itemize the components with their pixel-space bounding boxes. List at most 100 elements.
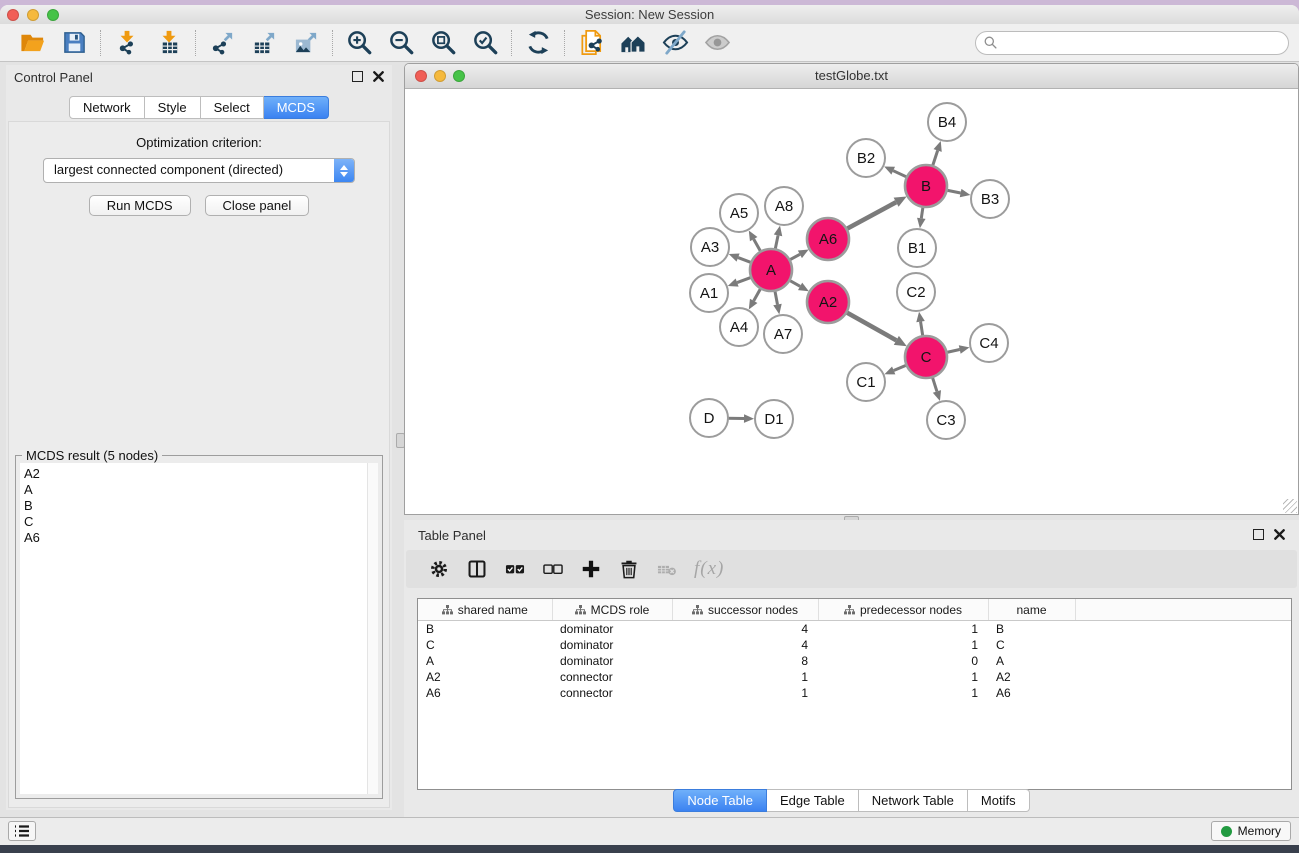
- close-panel-button[interactable]: Close panel: [205, 195, 310, 216]
- table-row[interactable]: Adominator80A: [418, 653, 1291, 669]
- window-resize-grip[interactable]: [1283, 499, 1297, 513]
- zoom-selected-button[interactable]: [468, 28, 502, 58]
- add-column-button[interactable]: [580, 557, 602, 581]
- function-builder-button[interactable]: f(x): [694, 557, 724, 581]
- refresh-button[interactable]: [521, 28, 555, 58]
- close-table-panel-icon[interactable]: [1274, 529, 1285, 540]
- mcds-result-item[interactable]: B: [24, 498, 367, 514]
- table-cell[interactable]: 1: [818, 669, 988, 685]
- tab-edge-table[interactable]: Edge Table: [767, 789, 859, 812]
- mcds-result-list: A2ABCA6: [20, 463, 368, 794]
- close-window-button[interactable]: [7, 9, 19, 21]
- node-table: shared nameMCDS rolesuccessor nodesprede…: [418, 599, 1291, 701]
- column-header-predecessor-nodes[interactable]: predecessor nodes: [818, 599, 988, 621]
- search-field[interactable]: [975, 31, 1289, 55]
- table-row[interactable]: Bdominator41B: [418, 621, 1291, 638]
- float-panel-icon[interactable]: [352, 71, 363, 82]
- table-cell[interactable]: A2: [988, 669, 1075, 685]
- graph-node-label: B1: [908, 240, 926, 257]
- import-table-button[interactable]: [152, 28, 186, 58]
- show-panels-button[interactable]: [700, 28, 734, 58]
- table-cell[interactable]: 4: [672, 621, 818, 638]
- table-toolbar: f(x): [406, 550, 1297, 588]
- export-image-button[interactable]: [289, 28, 323, 58]
- toggle-panel-layout-button[interactable]: [466, 557, 488, 581]
- column-header-name[interactable]: name: [988, 599, 1075, 621]
- select-stepper-icon: [334, 159, 354, 182]
- table-cell[interactable]: connector: [552, 685, 672, 701]
- table-cell[interactable]: dominator: [552, 637, 672, 653]
- import-network-button[interactable]: [110, 28, 144, 58]
- table-cell[interactable]: A6: [418, 685, 552, 701]
- table-cell[interactable]: A6: [988, 685, 1075, 701]
- table-cell[interactable]: B: [988, 621, 1075, 638]
- table-cell[interactable]: 1: [818, 621, 988, 638]
- table-row[interactable]: A6connector11A6: [418, 685, 1291, 701]
- network-minimize-button[interactable]: [434, 70, 446, 82]
- table-cell[interactable]: C: [418, 637, 552, 653]
- table-cell[interactable]: A: [418, 653, 552, 669]
- tab-style[interactable]: Style: [145, 96, 201, 119]
- close-panel-icon[interactable]: [373, 71, 384, 82]
- tab-mcds[interactable]: MCDS: [264, 96, 329, 119]
- mcds-result-item[interactable]: A2: [24, 466, 367, 482]
- table-settings-button[interactable]: [428, 557, 450, 581]
- delete-table-button[interactable]: [656, 557, 678, 581]
- save-session-button[interactable]: [57, 28, 91, 58]
- float-table-panel-icon[interactable]: [1253, 529, 1264, 540]
- select-all-rows-button[interactable]: [504, 557, 526, 581]
- mcds-result-item[interactable]: C: [24, 514, 367, 530]
- hide-panels-button[interactable]: [658, 28, 692, 58]
- table-cell[interactable]: 8: [672, 653, 818, 669]
- control-panel-title: Control Panel: [14, 70, 93, 85]
- table-cell[interactable]: B: [418, 621, 552, 638]
- open-file-button[interactable]: [15, 28, 49, 58]
- tab-motifs[interactable]: Motifs: [968, 789, 1030, 812]
- edge-arrowhead: [774, 226, 782, 237]
- table-cell[interactable]: A2: [418, 669, 552, 685]
- zoom-out-icon: [388, 29, 415, 56]
- zoom-out-button[interactable]: [384, 28, 418, 58]
- table-row[interactable]: Cdominator41C: [418, 637, 1291, 653]
- table-cell[interactable]: C: [988, 637, 1075, 653]
- network-zoom-button[interactable]: [453, 70, 465, 82]
- table-cell[interactable]: connector: [552, 669, 672, 685]
- table-cell[interactable]: 0: [818, 653, 988, 669]
- table-cell[interactable]: 1: [672, 669, 818, 685]
- network-close-button[interactable]: [415, 70, 427, 82]
- tab-select[interactable]: Select: [201, 96, 264, 119]
- delete-column-button[interactable]: [618, 557, 640, 581]
- tab-network[interactable]: Network: [69, 96, 145, 119]
- table-cell[interactable]: 1: [672, 685, 818, 701]
- zoom-fit-button[interactable]: [426, 28, 460, 58]
- new-session-from-selection-button[interactable]: [574, 28, 608, 58]
- column-header-successor-nodes[interactable]: successor nodes: [672, 599, 818, 621]
- deselect-all-rows-button[interactable]: [542, 557, 564, 581]
- export-network-button[interactable]: [205, 28, 239, 58]
- run-mcds-button[interactable]: Run MCDS: [89, 195, 191, 216]
- memory-button[interactable]: Memory: [1211, 821, 1291, 841]
- tab-network-table[interactable]: Network Table: [859, 789, 968, 812]
- table-cell[interactable]: 1: [818, 637, 988, 653]
- zoom-window-button[interactable]: [47, 9, 59, 21]
- table-cell[interactable]: dominator: [552, 621, 672, 638]
- criterion-select[interactable]: largest connected component (directed): [43, 158, 355, 183]
- network-canvas[interactable]: B4B2BB3B1A5A8A6A3AA1A2C2A4A7C4CC1C3DD1: [405, 89, 1298, 514]
- table-cell[interactable]: A: [988, 653, 1075, 669]
- search-input[interactable]: [1002, 33, 1280, 53]
- show-task-history-button[interactable]: [8, 821, 36, 841]
- column-header-mcds-role[interactable]: MCDS role: [552, 599, 672, 621]
- export-table-button[interactable]: [247, 28, 281, 58]
- column-header-shared-name[interactable]: shared name: [418, 599, 552, 621]
- minimize-window-button[interactable]: [27, 9, 39, 21]
- table-cell[interactable]: 4: [672, 637, 818, 653]
- zoom-in-button[interactable]: [342, 28, 376, 58]
- mcds-result-item[interactable]: A: [24, 482, 367, 498]
- home-button[interactable]: [616, 28, 650, 58]
- mcds-result-item[interactable]: A6: [24, 530, 367, 546]
- result-list-scrollbar[interactable]: [367, 463, 378, 794]
- table-row[interactable]: A2connector11A2: [418, 669, 1291, 685]
- tab-node-table[interactable]: Node Table: [673, 789, 767, 812]
- table-cell[interactable]: 1: [818, 685, 988, 701]
- table-cell[interactable]: dominator: [552, 653, 672, 669]
